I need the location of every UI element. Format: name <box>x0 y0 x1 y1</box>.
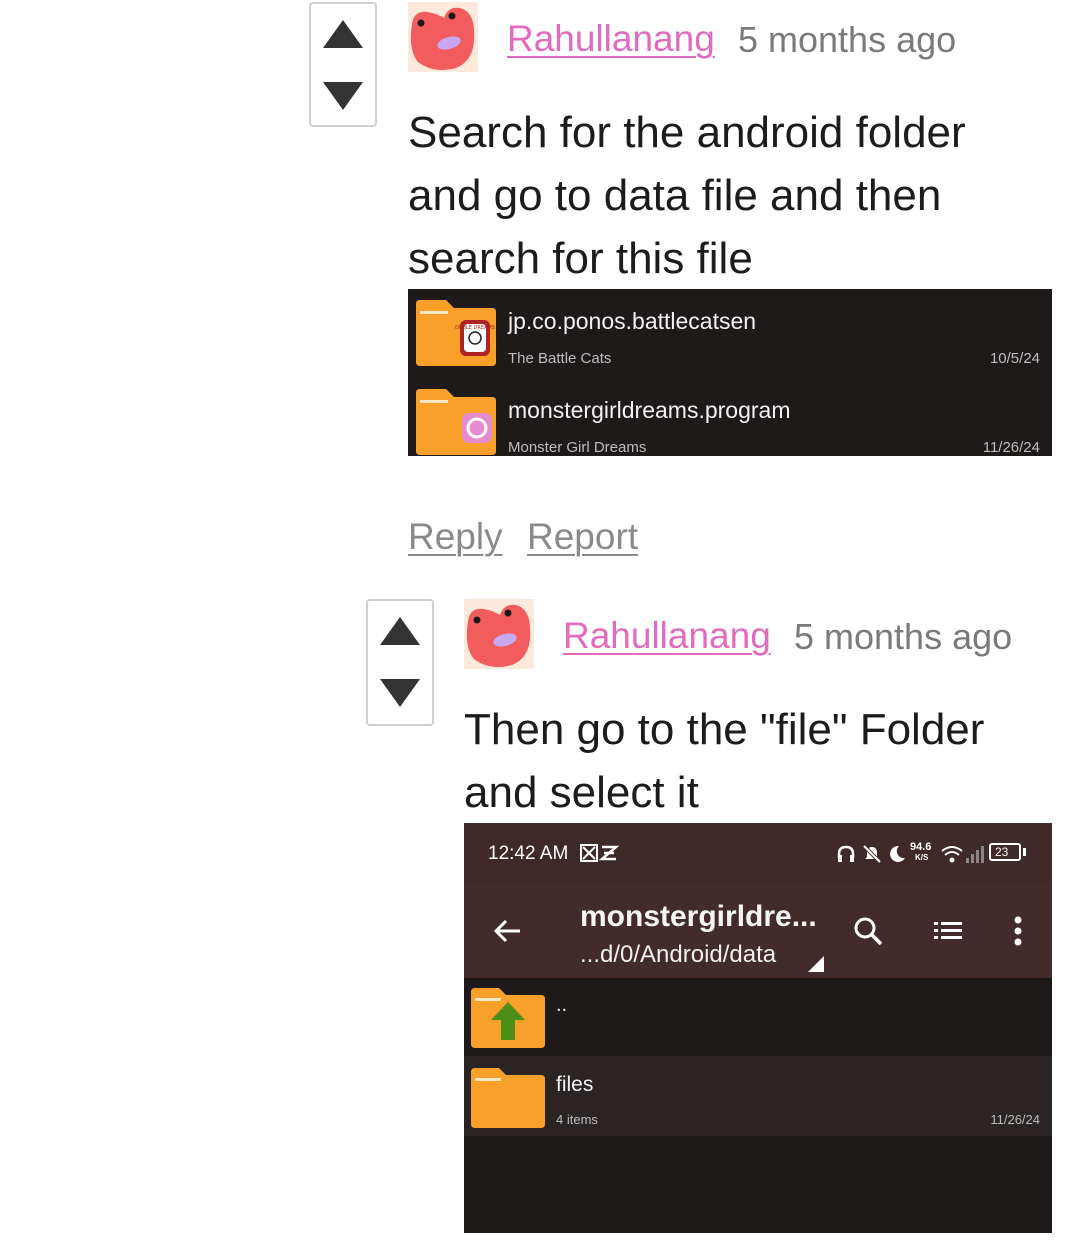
comment-line: search for this file <box>408 234 753 283</box>
file-date: 11/26/24 <box>990 1112 1040 1127</box>
status-bar: 12:42 AM 94.6 K/S 23 <box>464 823 1052 883</box>
vote-box <box>366 599 434 726</box>
battery-icon: 23 <box>989 843 1021 861</box>
dnd-moon-icon <box>890 845 905 862</box>
more-vert-icon[interactable] <box>1012 915 1024 947</box>
comment-line: Then go to the "file" Folder <box>464 705 985 754</box>
notification-icons <box>580 844 620 862</box>
signal-icon <box>966 846 984 863</box>
folder-path[interactable]: ...d/0/Android/data <box>580 941 776 969</box>
downvote-icon[interactable] <box>321 78 365 112</box>
mute-icon <box>862 844 882 864</box>
reply-link[interactable]: Reply <box>408 516 503 558</box>
parent-folder-icon <box>471 988 545 1048</box>
file-subtitle: The Battle Cats <box>508 350 612 367</box>
comment-body: Then go to the "file" Folder and select … <box>464 698 984 824</box>
comment-timestamp: 5 months ago <box>738 19 957 60</box>
comment-line: Search for the android folder <box>408 108 966 157</box>
svg-text:DUBLE DREAMS: DUBLE DREAMS <box>455 325 495 331</box>
wifi-icon <box>941 846 963 863</box>
file-subtitle: Monster Girl Dreams <box>508 439 647 456</box>
search-icon[interactable] <box>852 915 884 947</box>
app-toolbar: monstergirldre... ...d/0/Android/data <box>464 883 1052 978</box>
file-date: 11/26/24 <box>982 439 1040 456</box>
folder-icon <box>471 1068 545 1128</box>
net-speed-unit: K/S <box>915 853 929 862</box>
report-link[interactable]: Report <box>527 516 638 558</box>
avatar[interactable] <box>408 2 478 72</box>
folder-icon: DUBLE DREAMS <box>416 300 496 366</box>
file-row[interactable]: files 4 items 11/26/24 <box>464 1056 1052 1136</box>
file-name: files <box>556 1073 594 1096</box>
file-name: .. <box>556 994 568 1016</box>
folder-title: monstergirldre... <box>580 900 817 933</box>
comment-body: Search for the android folder and go to … <box>408 101 966 290</box>
comment-username[interactable]: Rahullanang <box>507 18 715 60</box>
comment-line: and go to data file and then <box>408 171 942 220</box>
avatar[interactable] <box>464 599 534 669</box>
file-row: monstergirldreams.program Monster Girl D… <box>408 378 1052 456</box>
status-time: 12:42 AM <box>488 843 569 864</box>
file-row: DUBLE DREAMS jp.co.ponos.battlecatsen Th… <box>408 289 1052 378</box>
net-speed-value: 94.6 <box>910 841 932 853</box>
dropdown-triangle-icon <box>808 956 824 972</box>
file-name: monstergirldreams.program <box>508 397 791 423</box>
file-date: 10/5/24 <box>989 350 1040 367</box>
comment-line: and select it <box>464 768 699 817</box>
headphones-icon <box>837 845 855 862</box>
upvote-icon[interactable] <box>321 18 365 52</box>
comment-username[interactable]: Rahullanang <box>563 615 771 657</box>
attachment-screenshot[interactable]: 12:42 AM 94.6 K/S 23 monstergirldre... .… <box>464 823 1052 1233</box>
file-row[interactable]: .. <box>464 978 1052 1056</box>
vote-box <box>309 2 377 127</box>
attachment-screenshot[interactable]: DUBLE DREAMS jp.co.ponos.battlecatsen Th… <box>408 289 1052 456</box>
folder-icon <box>416 389 496 455</box>
list-view-icon[interactable] <box>932 915 964 947</box>
upvote-icon[interactable] <box>378 615 422 649</box>
file-subtitle: 4 items <box>556 1112 598 1127</box>
file-name: jp.co.ponos.battlecatsen <box>508 308 757 334</box>
comment-timestamp: 5 months ago <box>794 616 1013 657</box>
battery-level: 23 <box>995 845 1009 859</box>
back-arrow-icon[interactable] <box>492 916 522 946</box>
downvote-icon[interactable] <box>378 675 422 709</box>
